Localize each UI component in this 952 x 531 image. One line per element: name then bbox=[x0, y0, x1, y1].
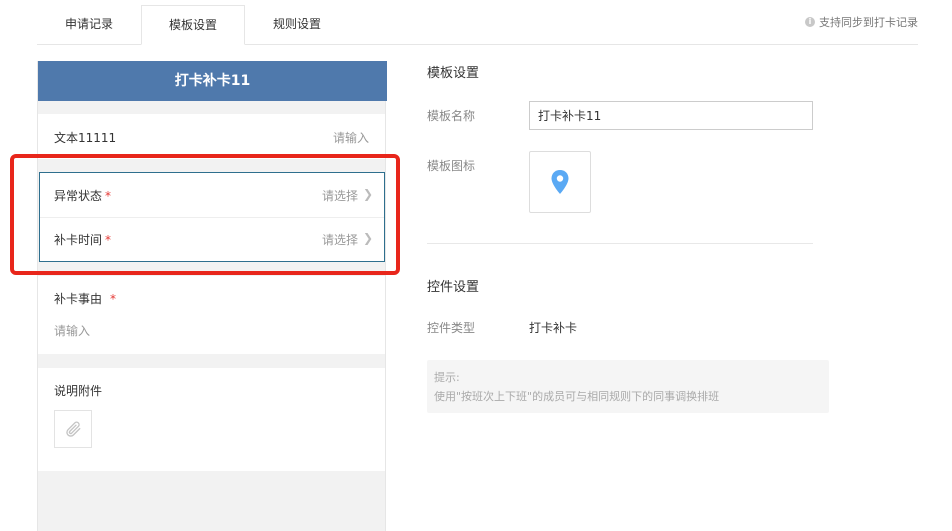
template-icon-label: 模板图标 bbox=[427, 159, 476, 173]
template-name-label: 模板名称 bbox=[427, 109, 476, 123]
info-icon: i bbox=[805, 17, 815, 27]
text-field-label: 文本11111 bbox=[54, 131, 117, 145]
template-name-input[interactable] bbox=[529, 101, 813, 130]
tab-bar: 申请记录 模板设置 规则设置 bbox=[37, 5, 918, 45]
correction-time-placeholder: 请选择 bbox=[321, 233, 358, 247]
sync-note-text: 支持同步到打卡记录 bbox=[819, 16, 918, 29]
attachment-row: 说明附件 bbox=[38, 368, 385, 471]
location-pin-icon bbox=[551, 170, 569, 194]
attachment-upload-button[interactable] bbox=[54, 410, 92, 448]
tip-box: 提示: 使用"按班次上下班"的成员可与相同规则下的同事调换排班 bbox=[427, 360, 829, 413]
control-type-label: 控件类型 bbox=[427, 321, 476, 335]
abnormal-status-placeholder: 请选择 bbox=[321, 189, 358, 203]
section-divider bbox=[427, 243, 813, 244]
correction-time-row[interactable]: 补卡时间 * 请选择 ❯ bbox=[40, 217, 384, 261]
text-field-row[interactable]: 文本11111 请输入 bbox=[38, 114, 385, 159]
clock-correction-group[interactable]: 异常状态 * 请选择 ❯ 补卡时间 * 请选择 ❯ bbox=[39, 172, 385, 262]
paperclip-icon bbox=[66, 421, 81, 437]
form-preview: 打卡补卡11 文本11111 请输入 异常状态 * 请选择 ❯ 补卡时间 * 请选择… bbox=[37, 61, 387, 531]
attachment-label: 说明附件 bbox=[54, 384, 103, 398]
template-icon-picker[interactable] bbox=[529, 151, 591, 213]
sync-note: i 支持同步到打卡记录 bbox=[805, 14, 918, 30]
control-type-value: 打卡补卡 bbox=[529, 321, 578, 335]
reason-label: 补卡事由 bbox=[54, 292, 103, 306]
required-mark: * bbox=[110, 292, 117, 306]
tab-rule-settings[interactable]: 规则设置 bbox=[245, 5, 349, 44]
tip-text: 使用"按班次上下班"的成员可与相同规则下的同事调换排班 bbox=[434, 390, 720, 403]
reason-placeholder: 请输入 bbox=[54, 324, 91, 338]
template-settings-heading: 模板设置 bbox=[427, 66, 480, 81]
required-mark: * bbox=[105, 189, 112, 203]
abnormal-status-row[interactable]: 异常状态 * 请选择 ❯ bbox=[40, 173, 384, 218]
preview-title: 打卡补卡11 bbox=[38, 61, 387, 101]
tab-application-records[interactable]: 申请记录 bbox=[37, 5, 141, 44]
correction-time-label: 补卡时间 bbox=[54, 233, 103, 247]
chevron-right-icon: ❯ bbox=[362, 187, 373, 201]
control-settings-heading: 控件设置 bbox=[427, 280, 480, 295]
tab-template-settings[interactable]: 模板设置 bbox=[141, 5, 245, 45]
chevron-right-icon: ❯ bbox=[362, 231, 373, 245]
required-mark: * bbox=[105, 233, 112, 247]
tip-title: 提示: bbox=[434, 371, 460, 384]
abnormal-status-label: 异常状态 bbox=[54, 189, 103, 203]
reason-row[interactable]: 补卡事由 * 请输入 bbox=[38, 276, 385, 354]
text-field-placeholder: 请输入 bbox=[332, 131, 369, 145]
